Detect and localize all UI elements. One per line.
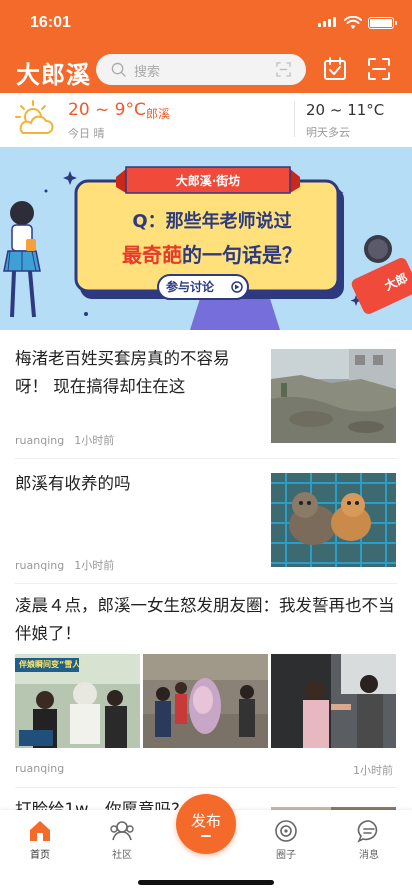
- feed-item-meta: ruanqing 1小时前: [15, 557, 124, 573]
- feed-item-time: 1小时前: [353, 764, 393, 777]
- feed-item-thumbnail[interactable]: [271, 473, 396, 567]
- today-temperature: 20 ~ 9°C: [68, 100, 146, 120]
- weather-city: 郎溪: [146, 107, 171, 121]
- feed-image-caption: 伴娘瞬间变“雪人”: [19, 660, 86, 669]
- scan-icon[interactable]: [276, 62, 291, 77]
- status-time: 16:01: [30, 14, 71, 31]
- tab-home-label: 首页: [30, 850, 50, 861]
- feed-item[interactable]: 郎溪有收养的吗 ruanqing 1小时前: [0, 459, 412, 583]
- feed-item-image[interactable]: 伴娘瞬间变“雪人”: [15, 654, 140, 748]
- feed-item-author: ruanqing: [15, 762, 65, 775]
- feed-item-meta: ruanqing 1小时前: [15, 432, 124, 448]
- circle-icon: [275, 820, 297, 842]
- feed-item-thumbnail[interactable]: [271, 802, 396, 810]
- today-description: 今日 晴: [68, 127, 105, 140]
- tomorrow-description: 明天多云: [306, 126, 350, 139]
- feed-item-time: 1小时前: [74, 434, 115, 447]
- battery-icon: [368, 17, 397, 29]
- home-icon: [30, 821, 50, 841]
- status-bar: 16:01: [0, 0, 412, 46]
- calendar-check-icon[interactable]: [322, 56, 348, 82]
- tab-circle-label: 圈子: [276, 850, 296, 861]
- feed-item-thumbnail[interactable]: [271, 349, 396, 443]
- tab-community-label: 社区: [112, 850, 132, 861]
- banner-tag: 大郎溪·街坊: [175, 174, 241, 188]
- feed-item-author: ruanqing: [15, 559, 65, 572]
- banner-highlight: 最奇葩: [122, 243, 182, 267]
- search-icon: [111, 62, 126, 77]
- feed-item-title: 郎溪有收养的吗: [15, 474, 131, 493]
- promo-banner[interactable]: 大郎溪·街坊 Q：那些年老师说过 最奇葩的一句话是？ 参与讨论 大郎: [0, 147, 412, 330]
- feed-item[interactable]: 凌晨４点，郎溪一女生怒发朋友圈：我发誓再也不当伴娘了！ 伴娘瞬间变“雪人” ru…: [0, 584, 412, 786]
- wifi-icon: [344, 16, 362, 29]
- join-discussion-button[interactable]: 参与讨论: [166, 278, 214, 295]
- sunny-cloud-icon: [15, 100, 54, 134]
- feed-item-author: ruanqing: [15, 434, 65, 447]
- tab-home[interactable]: 首页: [14, 818, 66, 861]
- publish-button[interactable]: 发布: [176, 794, 236, 854]
- feed-item-time: 1小时前: [74, 559, 115, 572]
- feed-item-image[interactable]: [271, 654, 396, 748]
- weather-strip[interactable]: 20 ~ 9°C 郎溪 今日 晴 20 ~ 11°C 明天多云: [0, 93, 412, 145]
- banner-question-line2: 最奇葩的一句话是？: [92, 239, 332, 268]
- feed-item-title: 凌晨４点，郎溪一女生怒发朋友圈：我发誓再也不当伴娘了！: [15, 596, 395, 643]
- feed-item-image[interactable]: [143, 654, 268, 748]
- tomorrow-temperature: 20 ~ 11°C: [306, 101, 385, 119]
- message-icon: [357, 820, 378, 843]
- app-header: 16:01 大郎溪 搜索: [0, 0, 412, 93]
- tab-messages[interactable]: 消息: [343, 818, 395, 861]
- app-logo: 大郎溪: [16, 60, 91, 89]
- feed-item[interactable]: 梅渚老百姓买套房真的不容易呀！ 现在搞得却住在这 ruanqing 1小时前: [0, 330, 412, 458]
- tab-community[interactable]: 社区: [96, 818, 148, 861]
- weather-divider: [294, 101, 295, 137]
- feed-item-title: 梅渚老百姓买套房真的不容易呀！ 现在搞得却住在这: [15, 349, 230, 396]
- banner-question-line1: Q：那些年老师说过: [132, 211, 292, 232]
- signal-icon: [318, 17, 336, 27]
- search-placeholder: 搜索: [134, 65, 161, 80]
- community-icon: [110, 821, 134, 841]
- scan-frame-icon[interactable]: [366, 56, 392, 82]
- banner-question-rest: 的一句话是？: [182, 243, 302, 267]
- tab-circle[interactable]: 圈子: [260, 818, 312, 861]
- publish-underline: [201, 835, 211, 837]
- search-bar[interactable]: 搜索: [96, 54, 306, 85]
- tab-messages-label: 消息: [359, 850, 379, 861]
- home-indicator: [138, 880, 274, 885]
- publish-label: 发布: [190, 812, 221, 830]
